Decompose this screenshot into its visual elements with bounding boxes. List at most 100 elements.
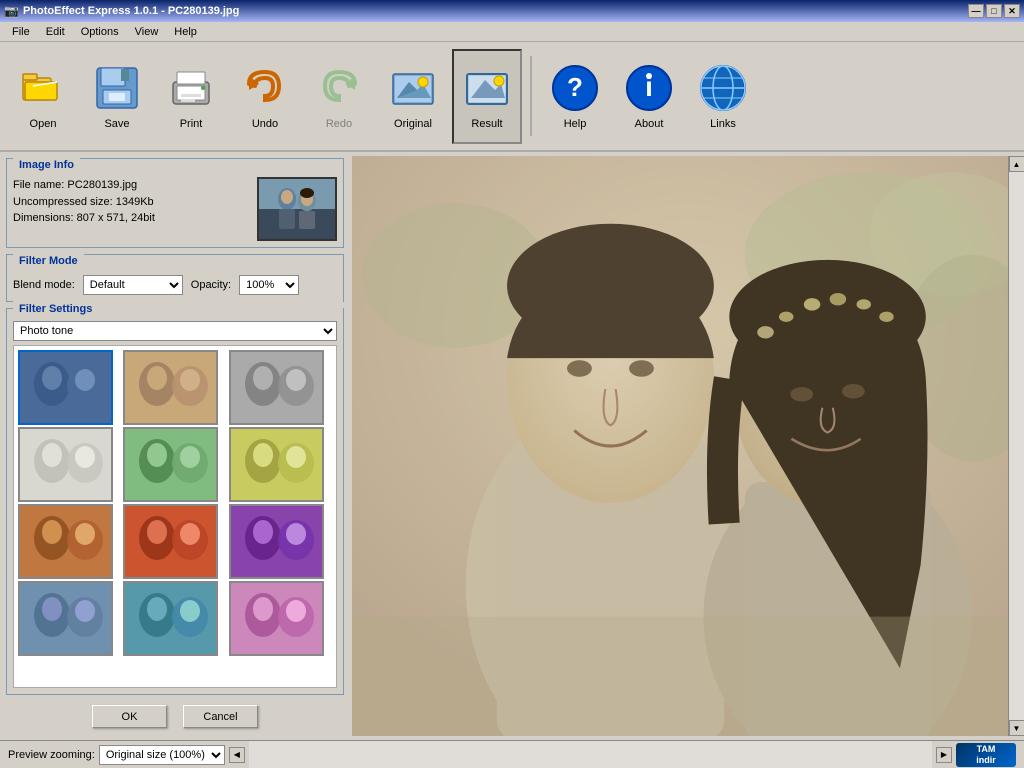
main-layout: Image Info File name: PC280139.jpg Uncom… <box>0 152 1024 740</box>
close-button[interactable]: ✕ <box>1004 4 1020 18</box>
about-label: About <box>635 118 664 130</box>
menu-help[interactable]: Help <box>166 24 205 40</box>
filter-dropdown-row: Photo tone Black & White Sepia Vignette … <box>13 321 337 341</box>
open-label: Open <box>30 118 57 130</box>
filter-thumb-1[interactable] <box>123 350 218 425</box>
filter-thumb-5[interactable] <box>229 427 324 502</box>
horizontal-scroll-track[interactable] <box>249 741 932 768</box>
svg-text:?: ? <box>567 72 583 102</box>
save-button[interactable]: Save <box>82 49 152 144</box>
app-icon: 📷 <box>4 4 19 18</box>
blend-label: Blend mode: <box>13 279 75 291</box>
main-image-display: ▲ ▼ <box>352 156 1024 736</box>
filter-thumb-11[interactable] <box>229 581 324 656</box>
image-info-title: Image Info <box>13 157 80 173</box>
about-icon: i <box>623 62 675 114</box>
title-bar: 📷 PhotoEffect Express 1.0.1 - PC280139.j… <box>0 0 1024 22</box>
toolbar: Open Save Print <box>0 42 1024 152</box>
thumbnail-preview <box>259 179 335 239</box>
left-panel: Image Info File name: PC280139.jpg Uncom… <box>0 152 350 740</box>
filename-row: File name: PC280139.jpg <box>13 177 249 194</box>
image-info-group: Image Info File name: PC280139.jpg Uncom… <box>6 158 344 248</box>
maximize-button[interactable]: □ <box>986 4 1002 18</box>
filter-thumb-7[interactable] <box>123 504 218 579</box>
main-image-svg <box>352 156 1024 736</box>
print-button[interactable]: Print <box>156 49 226 144</box>
status-bar: Preview zooming: Original size (100%) Fi… <box>0 740 1024 768</box>
scroll-up-arrow[interactable]: ▲ <box>1009 156 1024 172</box>
filter-grid-container[interactable] <box>13 345 337 688</box>
tamindir-logo: TAMindir <box>956 743 1016 767</box>
save-icon <box>91 62 143 114</box>
original-label: Original <box>394 118 432 130</box>
title-bar-left: 📷 PhotoEffect Express 1.0.1 - PC280139.j… <box>4 4 239 18</box>
result-button[interactable]: Result <box>452 49 522 144</box>
preview-zoom-label: Preview zooming: <box>8 749 95 761</box>
filter-thumb-2[interactable] <box>229 350 324 425</box>
size-label: Uncompressed size: <box>13 196 113 208</box>
size-value: 1349Kb <box>116 196 154 208</box>
redo-label: Redo <box>326 118 352 130</box>
opacity-select[interactable]: 100% 75% 50% 25% <box>239 275 299 295</box>
dimensions-value: 807 x 571, 24bit <box>77 212 155 224</box>
filter-type-select[interactable]: Photo tone Black & White Sepia Vignette … <box>13 321 337 341</box>
dimensions-label: Dimensions: <box>13 212 74 224</box>
links-icon <box>697 62 749 114</box>
cancel-button[interactable]: Cancel <box>183 705 258 728</box>
print-icon <box>165 62 217 114</box>
filter-thumb-3[interactable] <box>18 427 113 502</box>
print-label: Print <box>180 118 203 130</box>
title-bar-controls: — □ ✕ <box>968 4 1020 18</box>
menu-edit[interactable]: Edit <box>38 24 73 40</box>
image-info-content: File name: PC280139.jpg Uncompressed siz… <box>7 173 343 247</box>
size-row: Uncompressed size: 1349Kb <box>13 194 249 211</box>
save-label: Save <box>104 118 129 130</box>
redo-button[interactable]: Redo <box>304 49 374 144</box>
filter-thumb-0[interactable] <box>18 350 113 425</box>
original-button[interactable]: Original <box>378 49 448 144</box>
blend-select[interactable]: Default Normal Multiply Screen Overlay <box>83 275 183 295</box>
right-panel: ▲ ▼ <box>350 152 1024 740</box>
minimize-button[interactable]: — <box>968 4 984 18</box>
open-icon <box>17 62 69 114</box>
menu-file[interactable]: File <box>4 24 38 40</box>
filter-settings-title: Filter Settings <box>13 301 343 317</box>
filter-thumb-6[interactable] <box>18 504 113 579</box>
menu-view[interactable]: View <box>127 24 167 40</box>
scroll-track-v[interactable] <box>1009 172 1024 720</box>
help-label: Help <box>564 118 587 130</box>
ok-button[interactable]: OK <box>92 705 167 728</box>
help-button[interactable]: ? Help <box>540 49 610 144</box>
toolbar-sep <box>530 56 532 136</box>
filter-settings-group: Filter Settings Photo tone Black & White… <box>6 308 344 695</box>
redo-icon <box>313 62 365 114</box>
filter-mode-content: Blend mode: Default Normal Multiply Scre… <box>7 269 343 301</box>
vertical-scrollbar[interactable]: ▲ ▼ <box>1008 156 1024 736</box>
open-button[interactable]: Open <box>8 49 78 144</box>
original-icon <box>387 62 439 114</box>
dialog-buttons: OK Cancel <box>6 701 344 734</box>
undo-button[interactable]: Undo <box>230 49 300 144</box>
scroll-left-arrow[interactable]: ◀ <box>229 747 245 763</box>
result-icon <box>461 62 513 114</box>
about-button[interactable]: i About <box>614 49 684 144</box>
links-label: Links <box>710 118 736 130</box>
filter-thumb-4[interactable] <box>123 427 218 502</box>
menu-options[interactable]: Options <box>73 24 127 40</box>
links-button[interactable]: Links <box>688 49 758 144</box>
dimensions-row: Dimensions: 807 x 571, 24bit <box>13 210 249 227</box>
zoom-select[interactable]: Original size (100%) Fit to window 50% 2… <box>99 745 225 765</box>
filename-value: PC280139.jpg <box>67 179 137 191</box>
scroll-down-arrow[interactable]: ▼ <box>1009 720 1024 736</box>
app-title: PhotoEffect Express 1.0.1 - PC280139.jpg <box>23 5 239 17</box>
filter-thumb-8[interactable] <box>229 504 324 579</box>
filter-thumb-9[interactable] <box>18 581 113 656</box>
opacity-label: Opacity: <box>191 279 231 291</box>
result-label: Result <box>471 118 502 130</box>
image-info-text: File name: PC280139.jpg Uncompressed siz… <box>13 177 249 227</box>
help-icon: ? <box>549 62 601 114</box>
filter-mode-title: Filter Mode <box>13 253 84 269</box>
filter-thumb-10[interactable] <box>123 581 218 656</box>
filter-settings-content: Photo tone Black & White Sepia Vignette … <box>7 317 343 694</box>
scroll-right-arrow[interactable]: ▶ <box>936 747 952 763</box>
